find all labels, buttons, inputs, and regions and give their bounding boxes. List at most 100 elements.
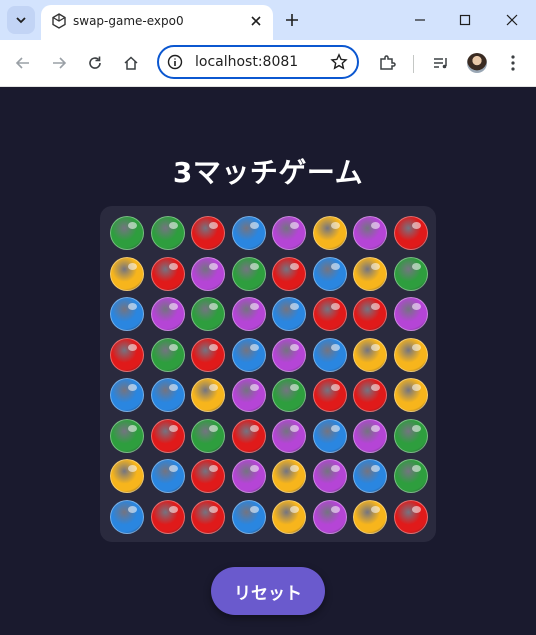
purple-gem[interactable] bbox=[231, 459, 266, 493]
window-close-button[interactable] bbox=[500, 8, 524, 32]
yellow-gem[interactable] bbox=[272, 499, 306, 534]
red-gem[interactable] bbox=[312, 297, 347, 331]
blue-gem[interactable] bbox=[312, 418, 347, 453]
extensions-button[interactable] bbox=[374, 50, 400, 76]
game-board bbox=[100, 206, 436, 542]
purple-gem[interactable] bbox=[312, 499, 347, 534]
home-button[interactable] bbox=[118, 50, 144, 76]
arrow-right-icon bbox=[53, 57, 67, 69]
purple-gem[interactable] bbox=[312, 459, 347, 493]
red-gem[interactable] bbox=[191, 459, 225, 493]
purple-gem[interactable] bbox=[231, 297, 266, 331]
blue-gem[interactable] bbox=[150, 459, 185, 493]
red-gem[interactable] bbox=[191, 337, 225, 372]
red-gem[interactable] bbox=[272, 256, 306, 291]
home-icon bbox=[124, 56, 138, 70]
purple-gem[interactable] bbox=[272, 418, 306, 453]
red-gem[interactable] bbox=[312, 378, 347, 412]
green-gem[interactable] bbox=[191, 297, 225, 331]
blue-gem[interactable] bbox=[231, 499, 266, 534]
blue-gem[interactable] bbox=[272, 297, 306, 331]
green-gem[interactable] bbox=[231, 256, 266, 291]
yellow-gem[interactable] bbox=[353, 337, 387, 372]
red-gem[interactable] bbox=[393, 499, 428, 534]
yellow-gem[interactable] bbox=[353, 256, 387, 291]
green-gem[interactable] bbox=[272, 378, 306, 412]
back-button[interactable] bbox=[10, 50, 36, 76]
red-gem[interactable] bbox=[231, 418, 266, 453]
purple-gem[interactable] bbox=[231, 378, 266, 412]
blue-gem[interactable] bbox=[231, 216, 266, 250]
purple-gem[interactable] bbox=[150, 297, 185, 331]
media-controls-button[interactable] bbox=[428, 50, 454, 76]
blue-gem[interactable] bbox=[312, 256, 347, 291]
tab-search-button[interactable] bbox=[7, 6, 35, 34]
toolbar-divider bbox=[413, 55, 414, 73]
red-gem[interactable] bbox=[150, 418, 185, 453]
blue-gem[interactable] bbox=[231, 337, 266, 372]
yellow-gem[interactable] bbox=[312, 216, 347, 250]
tab-title: swap-game-expo0 bbox=[73, 14, 184, 28]
new-tab-button[interactable] bbox=[281, 9, 303, 31]
reset-button[interactable]: リセット bbox=[211, 567, 325, 615]
red-gem[interactable] bbox=[150, 256, 185, 291]
red-gem[interactable] bbox=[353, 378, 387, 412]
close-icon bbox=[251, 16, 261, 26]
browser-menu-button[interactable] bbox=[500, 50, 526, 76]
green-gem[interactable] bbox=[150, 216, 185, 250]
purple-gem[interactable] bbox=[272, 337, 306, 372]
yellow-gem[interactable] bbox=[110, 459, 144, 493]
chevron-down-icon bbox=[16, 17, 26, 24]
close-icon bbox=[506, 14, 518, 26]
maximize-icon bbox=[459, 14, 471, 26]
minimize-icon bbox=[415, 19, 425, 21]
red-gem[interactable] bbox=[191, 216, 225, 250]
green-gem[interactable] bbox=[110, 216, 144, 250]
green-gem[interactable] bbox=[150, 337, 185, 372]
yellow-gem[interactable] bbox=[272, 459, 306, 493]
blue-gem[interactable] bbox=[110, 378, 144, 412]
green-gem[interactable] bbox=[393, 459, 428, 493]
yellow-gem[interactable] bbox=[393, 337, 428, 372]
yellow-gem[interactable] bbox=[353, 499, 387, 534]
maximize-button[interactable] bbox=[453, 8, 477, 32]
green-gem[interactable] bbox=[110, 418, 144, 453]
yellow-gem[interactable] bbox=[393, 378, 428, 412]
blue-gem[interactable] bbox=[312, 337, 347, 372]
red-gem[interactable] bbox=[150, 499, 185, 534]
tab-close-button[interactable] bbox=[247, 12, 265, 30]
yellow-gem[interactable] bbox=[110, 256, 144, 291]
red-gem[interactable] bbox=[353, 297, 387, 331]
forward-button[interactable] bbox=[46, 50, 72, 76]
star-icon[interactable] bbox=[330, 53, 348, 71]
url-text[interactable]: localhost:8081 bbox=[195, 54, 298, 70]
expo-favicon-icon bbox=[52, 13, 66, 29]
blue-gem[interactable] bbox=[353, 459, 387, 493]
purple-gem[interactable] bbox=[272, 216, 306, 250]
purple-gem[interactable] bbox=[353, 216, 387, 250]
green-gem[interactable] bbox=[393, 256, 428, 291]
playlist-music-icon bbox=[434, 58, 447, 69]
blue-gem[interactable] bbox=[150, 378, 185, 412]
red-gem[interactable] bbox=[191, 499, 225, 534]
purple-gem[interactable] bbox=[353, 418, 387, 453]
minimize-button[interactable] bbox=[408, 8, 432, 32]
blue-gem[interactable] bbox=[110, 499, 144, 534]
profile-avatar[interactable] bbox=[467, 53, 487, 73]
game-page: 3マッチゲーム リセット bbox=[0, 87, 536, 635]
blue-gem[interactable] bbox=[110, 297, 144, 331]
active-tab[interactable]: swap-game-expo0 bbox=[41, 5, 273, 40]
reload-button[interactable] bbox=[82, 50, 108, 76]
green-gem[interactable] bbox=[191, 418, 225, 453]
purple-gem[interactable] bbox=[393, 297, 428, 331]
info-icon[interactable] bbox=[167, 54, 183, 70]
more-vertical-icon bbox=[511, 55, 515, 71]
purple-gem[interactable] bbox=[191, 256, 225, 291]
green-gem[interactable] bbox=[393, 418, 428, 453]
red-gem[interactable] bbox=[110, 337, 144, 372]
arrow-left-icon bbox=[15, 57, 29, 69]
yellow-gem[interactable] bbox=[191, 378, 225, 412]
browser-toolbar: localhost:8081 bbox=[0, 40, 536, 87]
red-gem[interactable] bbox=[393, 216, 428, 250]
address-bar[interactable]: localhost:8081 bbox=[157, 45, 359, 79]
